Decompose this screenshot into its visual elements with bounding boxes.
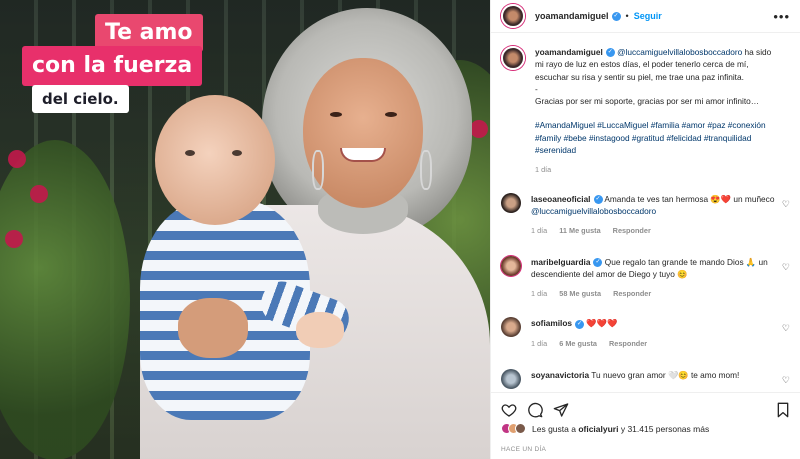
caption-mention[interactable]: @luccamiguelvillalobosboccadoro [617, 47, 742, 57]
post-header: yoamandamiguel ✓ • Seguir ••• [491, 0, 800, 33]
comment-text: ❤️❤️❤️ [584, 318, 618, 329]
comment-time[interactable]: 1 día [531, 226, 547, 235]
likes-suffix[interactable]: y 31.415 personas más [618, 424, 709, 434]
comment-username[interactable]: laseoaneoficial [531, 194, 591, 204]
comment-like-heart-icon[interactable]: ♡ [782, 323, 790, 334]
author-username[interactable]: yoamandamiguel [535, 11, 609, 21]
flower [470, 120, 488, 138]
caption-time[interactable]: 1 día [535, 165, 551, 174]
post-photo[interactable]: Te amo con la fuerza del cielo. [0, 0, 490, 459]
follow-button[interactable]: Seguir [634, 11, 662, 21]
post-timestamp[interactable]: HACE UN DÍA [501, 446, 546, 453]
commenter-avatar[interactable] [501, 192, 521, 213]
comment-item: maribelguardia ✓ Que regalo tan grande te… [501, 255, 790, 301]
comment-text: Tu nuevo gran amor 🤍😊 te amo mom! [589, 370, 740, 381]
post-side-panel: yoamandamiguel ✓ • Seguir ••• yoamandami… [490, 0, 800, 459]
woman-eye [330, 112, 342, 117]
comment-likes[interactable]: 58 Me gusta [559, 289, 601, 298]
commenter-avatar[interactable] [501, 255, 521, 276]
reply-button[interactable]: Responder [613, 226, 651, 235]
author-avatar[interactable] [501, 46, 525, 70]
commenter-avatar[interactable] [501, 369, 521, 390]
comment-item: soyanavictoria Tu nuevo gran amor 🤍😊 te … [501, 369, 790, 390]
caption-text-2: Gracias por ser mi soporte, gracias por … [535, 96, 760, 107]
comment-username[interactable]: sofiamilos [531, 318, 572, 328]
save-bookmark-icon[interactable] [775, 402, 791, 418]
earring-left [312, 150, 324, 190]
comment-item: sofiamilos ✓ ❤️❤️❤️ 1 día 6 Me gusta Resp… [501, 317, 790, 350]
more-options-icon[interactable]: ••• [773, 9, 790, 24]
flower [5, 230, 23, 248]
baby-eye [185, 150, 195, 156]
flower [8, 150, 26, 168]
caption-dash: - [535, 83, 538, 94]
comment-time[interactable]: 1 día [531, 289, 547, 298]
verified-badge-icon: ✓ [575, 319, 585, 329]
share-paper-plane-icon[interactable] [553, 402, 569, 418]
likes-user[interactable]: oficialyuri [578, 424, 618, 434]
banner-line-3: del cielo. [32, 85, 129, 113]
likes-prefix: Les gusta a [532, 423, 579, 434]
banner-line-2: con la fuerza [22, 46, 203, 86]
woman-smile [340, 148, 386, 162]
commenter-avatar[interactable] [501, 317, 521, 338]
woman-eye [385, 112, 397, 117]
verified-badge-icon: ✓ [605, 48, 615, 58]
reply-button[interactable]: Responder [613, 289, 651, 298]
caption-username[interactable]: yoamandamiguel [535, 47, 603, 57]
baby-eye [232, 150, 242, 156]
comments-area[interactable]: yoamandamiguel ✓ @luccamiguelvillalobosbo… [491, 33, 800, 393]
reply-button[interactable]: Responder [609, 339, 647, 348]
comment-bubble-icon[interactable] [527, 402, 543, 418]
comment-like-heart-icon[interactable]: ♡ [782, 262, 790, 273]
post-actions-bar [491, 392, 800, 426]
verified-badge-icon: ✓ [611, 11, 621, 21]
comment-time[interactable]: 1 día [531, 339, 547, 348]
earring-right [420, 150, 432, 190]
like-heart-icon[interactable] [501, 402, 517, 418]
comment-likes[interactable]: 6 Me gusta [559, 339, 597, 348]
flower [30, 185, 48, 203]
comment-item: laseoaneoficial ✓ Amanda te ves tan hermo… [501, 192, 790, 238]
comment-mention[interactable]: @luccamiguelvillalobosboccadoro [531, 206, 656, 216]
comment-like-heart-icon[interactable]: ♡ [782, 199, 790, 210]
likes-summary: Les gusta a oficialyuri y 31.415 persona… [501, 423, 709, 434]
caption: yoamandamiguel ✓ @luccamiguelvillalobosbo… [501, 46, 790, 177]
baby-head [155, 95, 275, 225]
liker-avatar [515, 423, 526, 434]
comment-likes[interactable]: 11 Me gusta [559, 226, 600, 235]
comment-text: Amanda te ves tan hermosa 😍❤️ un muñeco [602, 193, 775, 204]
separator-dot: • [625, 11, 629, 21]
verified-badge-icon: ✓ [593, 194, 603, 204]
baby-hand [296, 312, 344, 348]
woman-hand [178, 298, 248, 358]
comment-username[interactable]: maribelguardia [531, 257, 590, 267]
caption-hashtags[interactable]: #AmandaMiguel #LuccaMiguel #familia #amo… [535, 119, 778, 156]
author-avatar[interactable] [501, 4, 525, 28]
comment-like-heart-icon[interactable]: ♡ [782, 375, 790, 386]
comment-username[interactable]: soyanavictoria [531, 370, 589, 380]
